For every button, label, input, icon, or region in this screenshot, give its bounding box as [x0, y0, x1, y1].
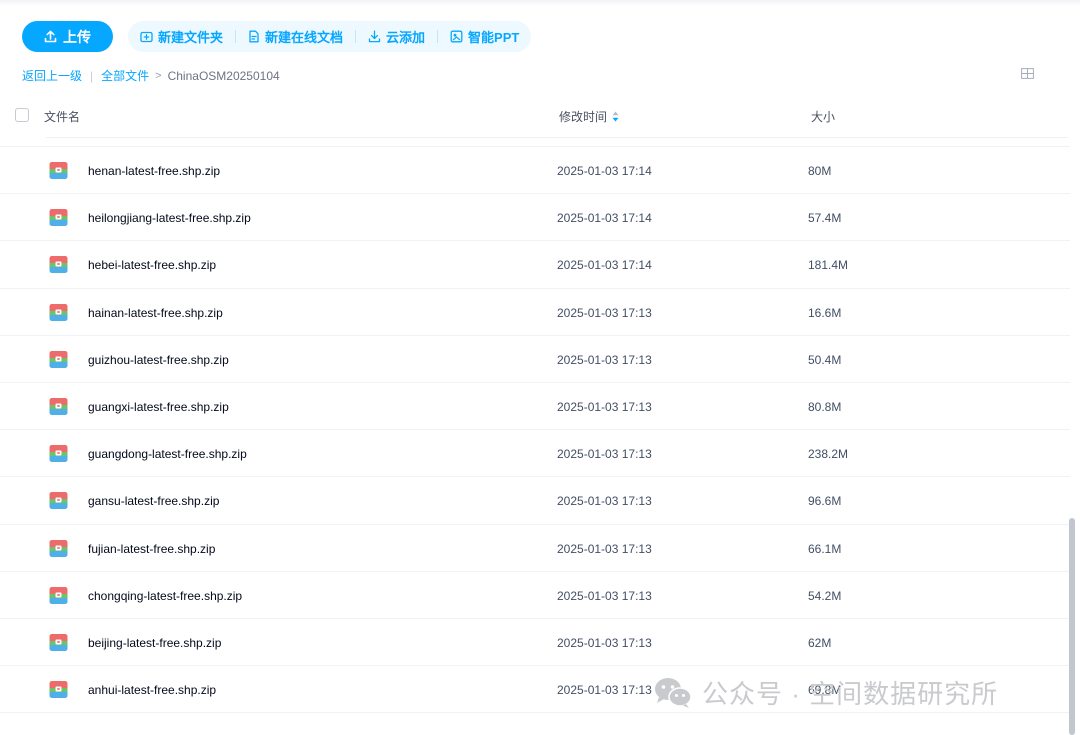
watermark-text: 公众号 · 空间数据研究所 — [702, 679, 999, 709]
file-size: 181.4M — [808, 258, 849, 273]
file-list: hong-kong-latest-free.shp.zip2025-01-03 … — [0, 115, 1070, 714]
watermark: 公众号 · 空间数据研究所 — [653, 674, 998, 711]
column-header-size[interactable]: 大小 — [811, 108, 835, 125]
header-divider — [46, 137, 1068, 138]
file-modified-time: 2025-01-03 17:13 — [557, 588, 652, 603]
file-name[interactable]: henan-latest-free.shp.zip — [88, 164, 220, 178]
grid-view-icon[interactable] — [1021, 68, 1034, 79]
upload-button[interactable]: 上传 — [22, 21, 113, 52]
doc-edit-icon — [249, 30, 259, 43]
file-name[interactable]: guizhou-latest-free.shp.zip — [88, 353, 229, 367]
breadcrumb: 返回上一级 | 全部文件 > ChinaOSM20250104 — [22, 67, 280, 84]
wechat-icon — [655, 677, 692, 708]
file-modified-time: 2025-01-03 17:14 — [557, 164, 652, 178]
file-size: 238.2M — [808, 447, 849, 462]
zip-file-icon — [49, 491, 68, 510]
toolbar: 上传 新建文件夹 新建在线文档 云添加 智能PPT — [22, 21, 532, 52]
file-modified-time: 2025-01-03 17:14 — [557, 211, 652, 226]
file-size: 62M — [808, 635, 832, 650]
table-row[interactable]: hebei-latest-free.shp.zip 2025-01-03 17:1… — [0, 241, 1070, 289]
zip-file-icon — [49, 303, 68, 322]
file-modified-time: 2025-01-03 17:14 — [557, 258, 652, 273]
table-row[interactable]: fujian-latest-free.shp.zip 2025-01-03 17:… — [0, 525, 1070, 572]
column-header-modified[interactable]: 修改时间 — [559, 108, 619, 125]
cloud-download-icon — [368, 30, 381, 43]
file-size: 96.6M — [808, 494, 842, 509]
table-row[interactable]: heilongjiang-latest-free.shp.zip 2025-01-… — [0, 194, 1070, 242]
zip-file-icon — [49, 680, 68, 699]
zip-file-icon — [49, 633, 68, 652]
table-row[interactable]: guizhou-latest-free.shp.zip 2025-01-03 17… — [0, 336, 1070, 383]
file-modified-time: 2025-01-03 17:13 — [557, 541, 652, 556]
file-size: 66.1M — [808, 541, 842, 556]
breadcrumb-separator: | — [90, 68, 94, 83]
back-link[interactable]: 返回上一级 — [22, 67, 82, 84]
zip-file-icon — [49, 397, 68, 416]
new-folder-label: 新建文件夹 — [158, 30, 224, 45]
divider — [235, 30, 237, 43]
upload-icon — [44, 30, 57, 43]
table-row[interactable]: beijing-latest-free.shp.zip 2025-01-03 17… — [0, 619, 1070, 667]
file-size: 50.4M — [808, 352, 842, 367]
zip-file-icon — [49, 586, 68, 605]
table-row[interactable]: guangxi-latest-free.shp.zip 2025-01-03 17… — [0, 383, 1070, 431]
file-size: 16.6M — [808, 305, 842, 320]
file-modified-time: 2025-01-03 17:13 — [557, 447, 652, 462]
current-folder: ChinaOSM20250104 — [167, 68, 280, 83]
vertical-scrollbar[interactable] — [1069, 518, 1075, 735]
table-row[interactable]: henan-latest-free.shp.zip 2025-01-03 17:1… — [0, 147, 1070, 195]
file-size: 80.8M — [808, 399, 842, 414]
file-modified-time: 2025-01-03 17:13 — [557, 399, 652, 414]
table-row[interactable]: chongqing-latest-free.shp.zip 2025-01-03 … — [0, 572, 1070, 619]
file-name[interactable]: chongqing-latest-free.shp.zip — [88, 589, 242, 603]
zip-file-icon — [49, 444, 68, 463]
cloud-add-label: 云添加 — [386, 30, 426, 45]
column-header-name[interactable]: 文件名 — [44, 108, 80, 125]
chevron-right-icon: > — [155, 69, 162, 82]
file-name[interactable]: guangdong-latest-free.shp.zip — [88, 447, 247, 461]
file-modified-time: 2025-01-03 17:13 — [557, 352, 652, 367]
file-size: 57.4M — [808, 211, 842, 226]
smart-ppt-label: 智能PPT — [468, 30, 520, 45]
file-name[interactable]: anhui-latest-free.shp.zip — [88, 683, 216, 697]
file-modified-time: 2025-01-03 17:13 — [557, 494, 652, 509]
sort-icon — [612, 111, 619, 122]
table-row[interactable]: guangdong-latest-free.shp.zip 2025-01-03 … — [0, 430, 1070, 478]
zip-file-icon — [49, 255, 68, 274]
file-modified-time: 2025-01-03 17:13 — [557, 683, 652, 698]
smart-ppt-button[interactable]: 智能PPT — [450, 27, 519, 46]
action-group: 新建文件夹 新建在线文档 云添加 智能PPT — [128, 21, 532, 52]
file-name[interactable]: fujian-latest-free.shp.zip — [88, 542, 215, 556]
divider — [437, 30, 439, 43]
zip-file-icon — [49, 350, 68, 369]
file-modified-time: 2025-01-03 17:13 — [557, 635, 652, 650]
cloud-add-button[interactable]: 云添加 — [368, 27, 425, 46]
zip-file-icon — [49, 161, 68, 180]
file-name[interactable]: hainan-latest-free.shp.zip — [88, 306, 223, 320]
new-folder-button[interactable]: 新建文件夹 — [140, 27, 223, 46]
divider — [355, 30, 357, 43]
upload-label: 上传 — [63, 28, 91, 45]
file-name[interactable]: gansu-latest-free.shp.zip — [88, 494, 219, 508]
folder-plus-icon — [140, 31, 153, 42]
file-modified-time: 2025-01-03 17:13 — [557, 305, 652, 320]
zip-file-icon — [49, 208, 68, 227]
select-all-checkbox[interactable] — [15, 108, 29, 122]
zip-file-icon — [49, 539, 68, 558]
top-shadow — [0, 0, 1080, 6]
table-row[interactable]: gansu-latest-free.shp.zip 2025-01-03 17:1… — [0, 477, 1070, 525]
file-name[interactable]: beijing-latest-free.shp.zip — [88, 636, 221, 650]
file-name[interactable]: guangxi-latest-free.shp.zip — [88, 400, 229, 414]
file-name[interactable]: hebei-latest-free.shp.zip — [88, 258, 216, 272]
file-size: 54.2M — [808, 588, 842, 603]
all-files-link[interactable]: 全部文件 — [101, 67, 149, 84]
table-header: 文件名 修改时间 大小 — [0, 103, 1070, 127]
file-size: 80M — [808, 164, 832, 178]
ppt-icon — [450, 30, 463, 43]
column-header-modified-label: 修改时间 — [559, 110, 608, 124]
file-name[interactable]: heilongjiang-latest-free.shp.zip — [88, 211, 251, 225]
new-online-doc-button[interactable]: 新建在线文档 — [248, 27, 343, 46]
new-online-doc-label: 新建在线文档 — [265, 30, 344, 45]
table-row[interactable]: hainan-latest-free.shp.zip 2025-01-03 17:… — [0, 289, 1070, 336]
